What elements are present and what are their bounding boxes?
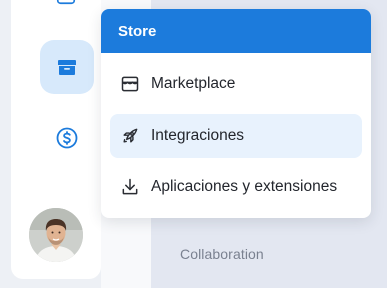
sidebar-code-button[interactable] bbox=[50, 0, 82, 8]
menu-header: Store bbox=[101, 9, 371, 53]
menu-item-label: Marketplace bbox=[151, 75, 236, 92]
menu-item-label: Integraciones bbox=[151, 127, 245, 144]
store-dropdown-menu: Store Marketplace Integraciones Aplicaci… bbox=[101, 9, 371, 218]
menu-item-label: Aplicaciones y extensiones bbox=[151, 178, 338, 195]
sidebar-billing-button[interactable] bbox=[51, 122, 83, 154]
dollar-icon bbox=[56, 127, 78, 149]
rocket-icon bbox=[120, 126, 140, 146]
code-icon bbox=[56, 0, 76, 5]
storefront-icon bbox=[120, 74, 140, 94]
menu-item-integraciones[interactable]: Integraciones bbox=[110, 114, 362, 158]
sidebar-store-button[interactable] bbox=[40, 40, 94, 94]
avatar-photo bbox=[29, 208, 83, 262]
user-avatar[interactable] bbox=[29, 208, 83, 262]
menu-title: Store bbox=[118, 22, 157, 40]
store-icon bbox=[58, 60, 76, 75]
section-label-collaboration: Collaboration bbox=[180, 246, 264, 262]
menu-item-aplicaciones[interactable]: Aplicaciones y extensiones bbox=[110, 165, 362, 209]
menu-item-marketplace[interactable]: Marketplace bbox=[110, 62, 362, 106]
download-icon bbox=[120, 177, 140, 197]
